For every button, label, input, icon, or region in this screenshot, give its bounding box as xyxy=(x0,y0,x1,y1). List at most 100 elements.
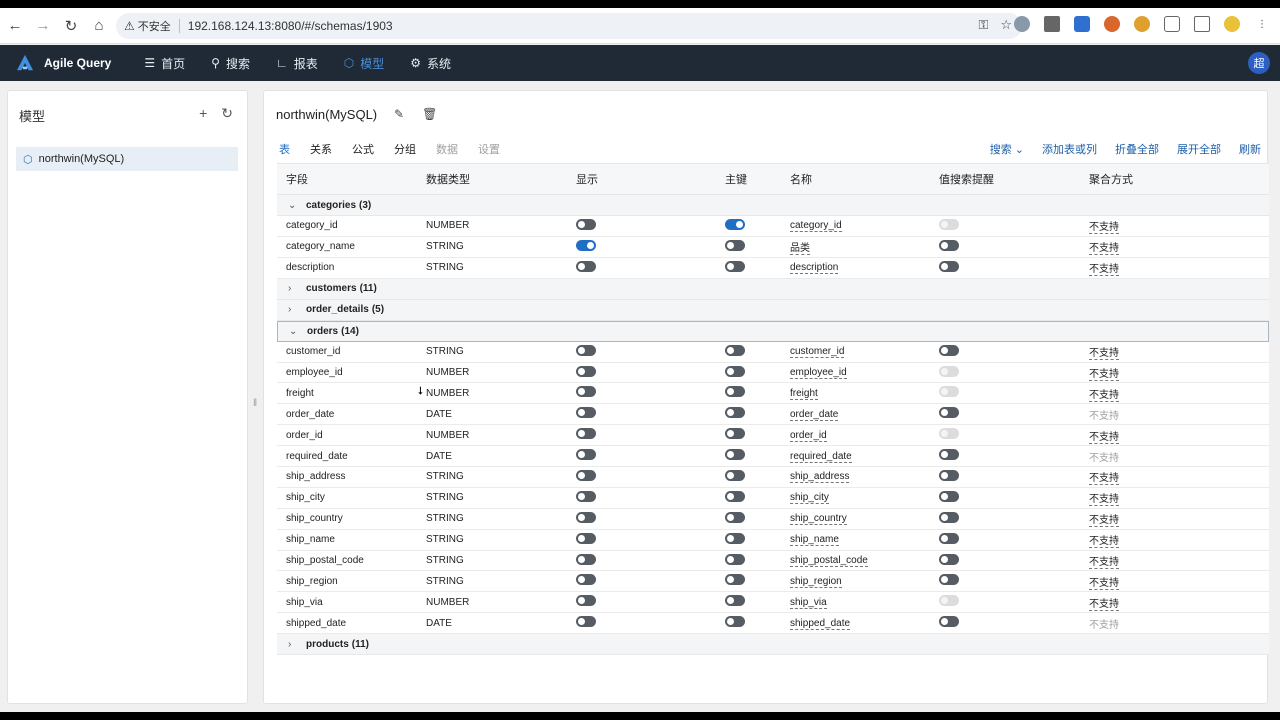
display-name-editable[interactable]: order_date xyxy=(790,408,839,421)
forward-arrow-icon[interactable]: → xyxy=(30,13,56,39)
show-toggle[interactable] xyxy=(576,365,596,377)
chevron-down-icon[interactable]: ⌄ xyxy=(288,200,296,211)
add-icon[interactable]: + xyxy=(199,105,207,122)
expand-all-button[interactable]: 展开全部 xyxy=(1177,141,1221,157)
primary-key-toggle[interactable] xyxy=(725,386,745,398)
value-search-hint-toggle[interactable] xyxy=(939,260,959,272)
extension-orange-icon[interactable] xyxy=(1104,16,1120,32)
aggregation-value[interactable]: 不支持 xyxy=(1089,598,1119,611)
delete-icon[interactable]: 🗑 xyxy=(422,107,437,121)
show-toggle[interactable] xyxy=(576,407,596,419)
aggregation-value[interactable]: 不支持 xyxy=(1089,222,1119,235)
menu-item-models[interactable]: ⬡ 模型 xyxy=(331,45,398,81)
tab-groups[interactable]: 分组 xyxy=(394,141,422,162)
display-name-editable[interactable]: ship_country xyxy=(790,513,847,526)
sidebar-item-northwin[interactable]: ⬡ northwin(MySQL) xyxy=(16,147,238,171)
puzzle-icon[interactable] xyxy=(1164,16,1180,32)
primary-key-toggle[interactable] xyxy=(725,239,745,251)
extension-circle-icon[interactable] xyxy=(1014,16,1030,32)
chevron-right-icon[interactable]: › xyxy=(288,304,296,315)
display-name-editable[interactable]: ship_city xyxy=(790,492,829,505)
back-arrow-icon[interactable]: ← xyxy=(2,13,28,39)
display-name-editable[interactable]: ship_address xyxy=(790,471,850,484)
show-toggle[interactable] xyxy=(576,449,596,461)
primary-key-toggle[interactable] xyxy=(725,428,745,440)
app-logo[interactable]: Agile Query xyxy=(16,54,111,72)
aggregation-value[interactable]: 不支持 xyxy=(1089,264,1119,277)
aggregation-value[interactable]: 不支持 xyxy=(1089,557,1119,570)
value-search-hint-toggle[interactable] xyxy=(939,344,959,356)
search-dropdown[interactable]: 搜索 ⌄ xyxy=(990,141,1024,157)
display-name-editable[interactable]: ship_name xyxy=(790,534,839,547)
show-toggle[interactable] xyxy=(576,595,596,607)
display-name-editable[interactable]: required_date xyxy=(790,450,852,463)
show-toggle[interactable] xyxy=(576,428,596,440)
display-name-editable[interactable]: category_id xyxy=(790,220,842,233)
primary-key-toggle[interactable] xyxy=(725,532,745,544)
collapse-all-button[interactable]: 折叠全部 xyxy=(1115,141,1159,157)
primary-key-toggle[interactable] xyxy=(725,595,745,607)
primary-key-toggle[interactable] xyxy=(725,365,745,377)
avatar[interactable]: 超 xyxy=(1248,52,1270,74)
value-search-hint-toggle[interactable] xyxy=(939,574,959,586)
extension-badge-icon[interactable] xyxy=(1134,16,1150,32)
display-name-editable[interactable]: freight xyxy=(790,387,818,400)
home-icon[interactable]: ⌂ xyxy=(86,13,112,39)
table-group-row[interactable]: › customers (11) xyxy=(277,278,1269,300)
display-name-editable[interactable]: ship_postal_code xyxy=(790,555,868,568)
edit-icon[interactable]: ✎ xyxy=(394,107,404,121)
value-search-hint-toggle[interactable] xyxy=(939,490,959,502)
table-group-row[interactable]: ⌄ categories (3) xyxy=(277,195,1269,216)
url-text[interactable]: 192.168.124.13:8080/#/schemas/1903 xyxy=(188,19,393,33)
sidepanel-icon[interactable] xyxy=(1194,16,1210,32)
key-icon[interactable]: ⚿ xyxy=(978,17,988,33)
primary-key-toggle[interactable] xyxy=(725,218,745,230)
primary-key-toggle[interactable] xyxy=(725,469,745,481)
show-toggle[interactable] xyxy=(576,511,596,523)
primary-key-toggle[interactable] xyxy=(725,449,745,461)
menu-item-search[interactable]: ⚲ 搜索 xyxy=(198,45,263,81)
tab-tables[interactable]: 表 xyxy=(278,141,296,165)
value-search-hint-toggle[interactable] xyxy=(939,469,959,481)
aggregation-value[interactable]: 不支持 xyxy=(1089,369,1119,381)
show-toggle[interactable] xyxy=(576,616,596,628)
chevron-right-icon[interactable]: › xyxy=(288,283,296,294)
aggregation-value[interactable]: 不支持 xyxy=(1089,473,1119,486)
chevron-down-icon[interactable]: ⌄ xyxy=(289,326,297,337)
value-search-hint-toggle[interactable] xyxy=(939,532,959,544)
show-toggle[interactable] xyxy=(576,386,596,398)
extension-qr-icon[interactable] xyxy=(1044,16,1060,32)
menu-item-reports[interactable]: ∟ 报表 xyxy=(263,45,331,81)
aggregation-value[interactable]: 不支持 xyxy=(1089,243,1119,256)
primary-key-toggle[interactable] xyxy=(725,616,745,628)
primary-key-toggle[interactable] xyxy=(725,407,745,419)
aggregation-value[interactable]: 不支持 xyxy=(1089,577,1119,590)
tab-formulas[interactable]: 公式 xyxy=(352,141,380,162)
add-table-button[interactable]: 添加表或列 xyxy=(1042,141,1097,157)
display-name-editable[interactable]: employee_id xyxy=(790,367,847,379)
refresh-icon[interactable]: ↻ xyxy=(221,105,233,122)
show-toggle[interactable] xyxy=(576,490,596,502)
security-warning[interactable]: ⚠ 不安全 xyxy=(124,18,171,34)
reload-icon[interactable]: ↻ xyxy=(58,13,84,39)
primary-key-toggle[interactable] xyxy=(725,344,745,356)
show-toggle[interactable] xyxy=(576,469,596,481)
tab-relations[interactable]: 关系 xyxy=(310,141,338,162)
aggregation-value[interactable]: 不支持 xyxy=(1089,494,1119,507)
primary-key-toggle[interactable] xyxy=(725,511,745,523)
value-search-hint-toggle[interactable] xyxy=(939,449,959,461)
star-icon[interactable]: ☆ xyxy=(1000,17,1012,33)
extension-blue-icon[interactable] xyxy=(1074,16,1090,32)
show-toggle[interactable] xyxy=(576,532,596,544)
menu-item-home[interactable]: ☰ 首页 xyxy=(131,45,198,81)
profile-icon[interactable] xyxy=(1224,16,1240,32)
primary-key-toggle[interactable] xyxy=(725,490,745,502)
value-search-hint-toggle[interactable] xyxy=(939,239,959,251)
display-name-editable[interactable]: ship_region xyxy=(790,575,842,588)
chevron-right-icon[interactable]: › xyxy=(288,639,296,650)
address-bar[interactable]: ⚠ 不安全 192.168.124.13:8080/#/schemas/1903 … xyxy=(116,13,1022,39)
show-toggle[interactable] xyxy=(576,344,596,356)
panel-resize-handle[interactable]: ‖ xyxy=(253,398,257,409)
display-name-editable[interactable]: description xyxy=(790,262,839,275)
primary-key-toggle[interactable] xyxy=(725,574,745,586)
